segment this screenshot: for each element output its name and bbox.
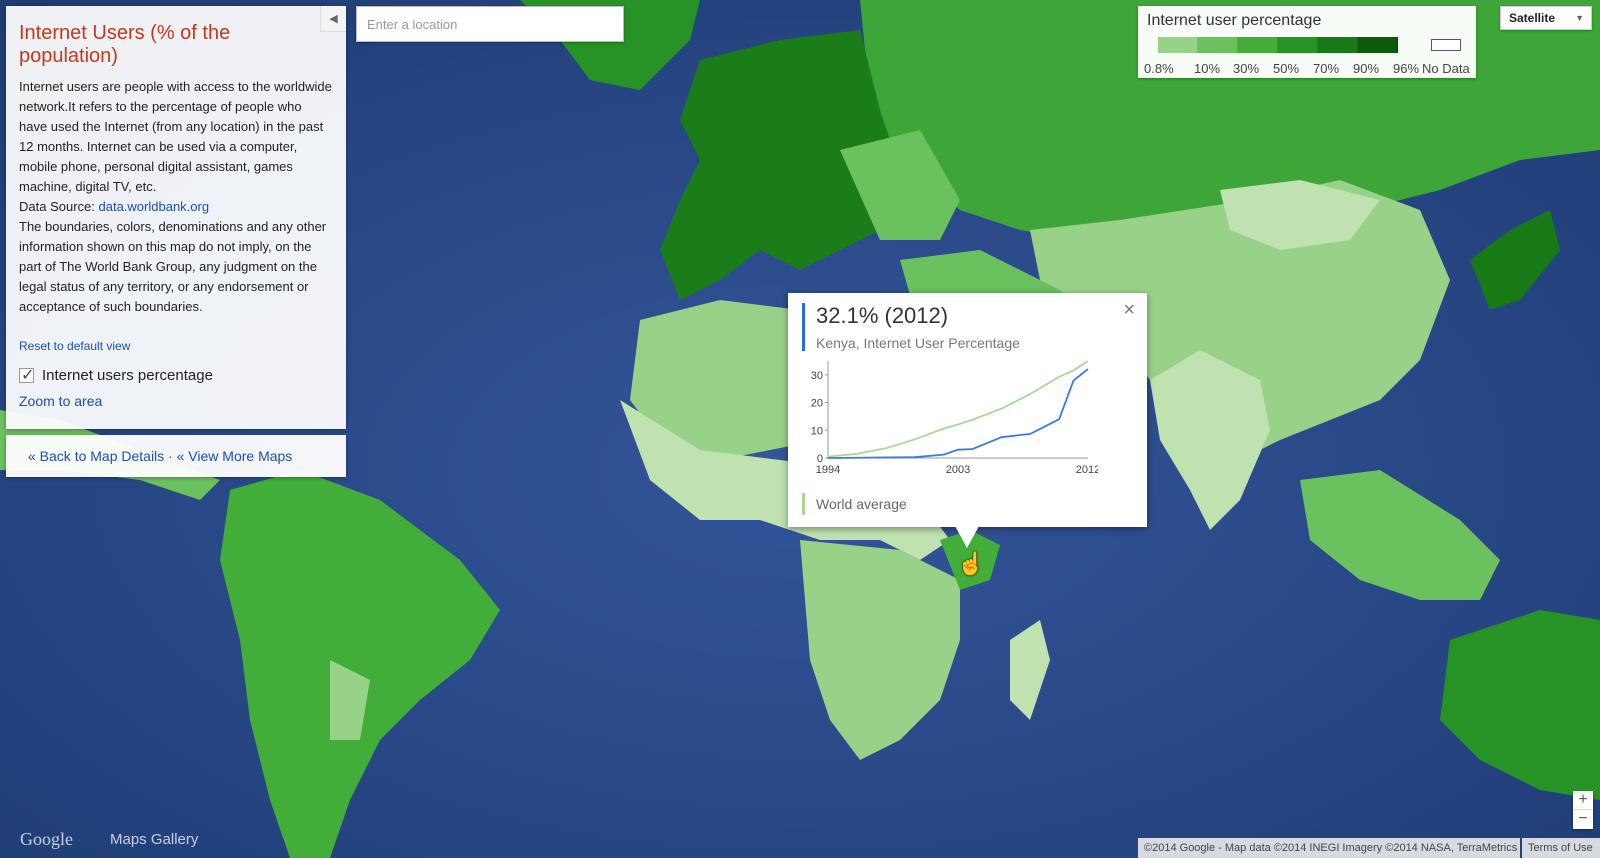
x-tick-label: 1994 (816, 464, 840, 476)
description-text: Internet users are people with access to… (19, 79, 332, 194)
zoom-in-button[interactable]: + (1573, 791, 1593, 810)
y-tick-label: 10 (811, 425, 823, 437)
y-tick-label: 30 (811, 370, 823, 382)
info-window-subtitle: Kenya, Internet User Percentage (816, 335, 1020, 351)
disclaimer-text: The boundaries, colors, denominations an… (19, 219, 327, 314)
navigation-bar: « Back to Map Details · « View More Maps (6, 435, 346, 477)
zoom-to-area-link[interactable]: Zoom to area (19, 393, 333, 409)
maps-gallery-label: Maps Gallery (110, 831, 199, 848)
trend-chart: 0 10 20 30 1994 2003 2012 (798, 353, 1100, 488)
zoom-out-button[interactable]: − (1573, 810, 1593, 829)
map-legend: Internet user percentage 0.8% 10% 30% 50… (1138, 6, 1476, 78)
legend-label: 90% (1353, 61, 1380, 76)
legend-nodata-label: No Data (1422, 61, 1470, 76)
legend-swatch (1358, 37, 1398, 53)
map-type-dropdown[interactable]: Satellite ▼ (1500, 6, 1592, 30)
legend-swatch (1238, 37, 1278, 53)
terms-of-use-link[interactable]: Terms of Use (1522, 838, 1600, 858)
view-more-maps-link[interactable]: « View More Maps (177, 448, 293, 464)
x-tick-label: 2003 (946, 464, 970, 476)
nodata-swatch (1431, 39, 1461, 51)
collapse-arrow-icon: ◀ (329, 13, 338, 25)
info-window-header: 32.1% (2012) Kenya, Internet User Percen… (802, 303, 1020, 351)
x-tick-label: 2012 (1076, 464, 1098, 476)
legend-title: Internet user percentage (1147, 12, 1322, 29)
info-panel: ◀ Internet Users (% of the population) I… (6, 6, 346, 429)
legend-swatch (1198, 37, 1238, 53)
legend-label: 0.8% (1144, 61, 1174, 76)
close-icon[interactable]: × (1123, 299, 1135, 322)
map-type-label: Satellite (1509, 11, 1556, 25)
legend-swatch (1158, 37, 1198, 53)
layer-toggle[interactable]: Internet users percentage (19, 365, 333, 385)
legend-label: 96% (1393, 61, 1420, 76)
zoom-control: + − (1573, 791, 1593, 829)
panel-title: Internet Users (% of the population) (19, 22, 231, 67)
dropdown-caret-icon: ▼ (1575, 13, 1584, 23)
info-window: × 32.1% (2012) Kenya, Internet User Perc… (788, 293, 1147, 527)
legend-label: 70% (1313, 61, 1340, 76)
series-line-world-average (827, 360, 1089, 458)
reset-view-link[interactable]: Reset to default view (19, 339, 333, 353)
chart-legend-world-average: World average (802, 493, 907, 515)
legend-swatch (1278, 37, 1318, 53)
google-logo: Google (20, 829, 73, 849)
legend-color-scale (1158, 37, 1398, 53)
layer-checkbox[interactable] (19, 365, 34, 385)
panel-description: Internet users are people with access to… (19, 77, 333, 317)
back-to-map-details-link[interactable]: « Back to Map Details (28, 448, 164, 464)
collapse-panel-button[interactable]: ◀ (320, 6, 346, 32)
layer-label: Internet users percentage (42, 367, 213, 384)
trend-chart-svg: 01020301994 2003 2012 (811, 360, 1100, 476)
legend-swatch (1318, 37, 1358, 53)
info-window-value: 32.1% (2012) (816, 303, 949, 328)
legend-label: 30% (1233, 61, 1260, 76)
legend-label: 50% (1273, 61, 1300, 76)
data-source-label: Data Source: (19, 199, 99, 214)
info-window-pointer (955, 526, 979, 548)
map-attribution: ©2014 Google - Map data ©2014 INEGI Imag… (1138, 838, 1520, 858)
legend-label: 10% (1194, 61, 1221, 76)
hand-cursor-icon: ☝ (957, 551, 985, 576)
y-tick-label: 20 (811, 398, 823, 410)
nav-separator: · (164, 448, 177, 464)
data-source-link[interactable]: data.worldbank.org (99, 199, 210, 214)
location-search-input[interactable] (356, 6, 624, 42)
